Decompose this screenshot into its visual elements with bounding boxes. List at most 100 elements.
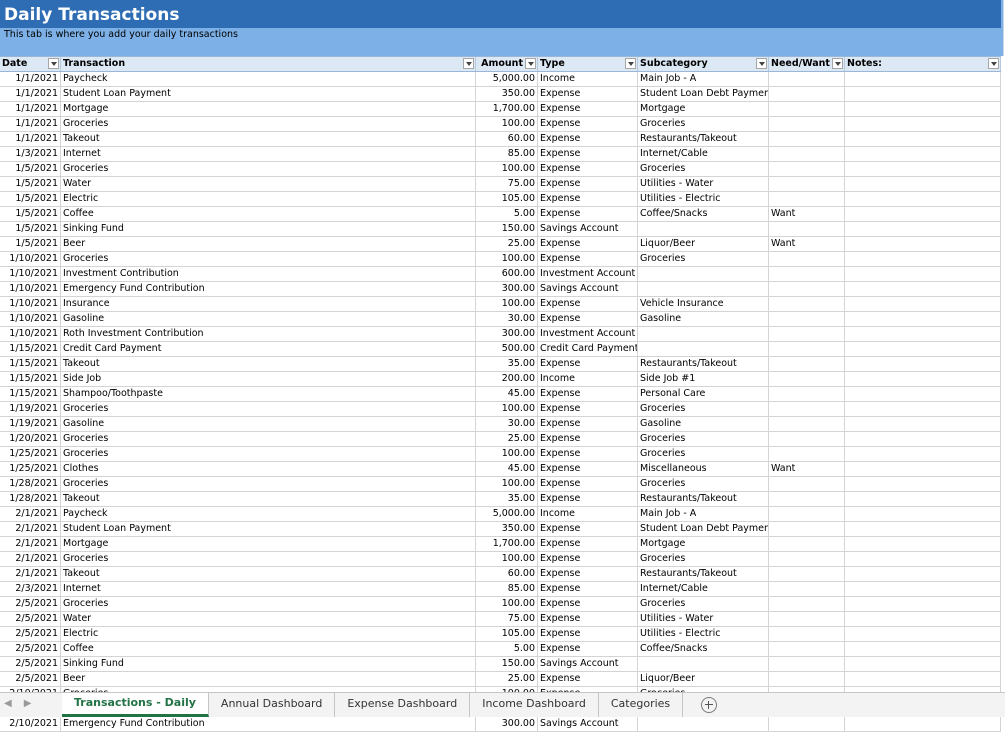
tab-expense-dashboard[interactable]: Expense Dashboard — [335, 693, 471, 717]
cell-subcategory[interactable]: Internet/Cable — [638, 582, 769, 596]
cell-transaction[interactable]: Electric — [61, 627, 476, 641]
table-row[interactable]: 1/5/2021 Groceries 100.00 Expense Groceries — [0, 162, 1001, 177]
cell-type[interactable]: Income — [538, 72, 638, 86]
cell-notes[interactable] — [845, 252, 1001, 266]
cell-notes[interactable] — [845, 372, 1001, 386]
cell-need-want[interactable] — [769, 252, 845, 266]
table-row[interactable]: 1/5/2021 Water 75.00 Expense Utilities - Wat… — [0, 177, 1001, 192]
cell-date[interactable]: 1/25/2021 — [0, 447, 61, 461]
cell-need-want[interactable] — [769, 477, 845, 491]
cell-subcategory[interactable]: Groceries — [638, 402, 769, 416]
cell-need-want[interactable] — [769, 312, 845, 326]
cell-notes[interactable] — [845, 522, 1001, 536]
cell-type[interactable]: Expense — [538, 477, 638, 491]
cell-transaction[interactable]: Student Loan Payment — [61, 87, 476, 101]
cell-need-want[interactable] — [769, 537, 845, 551]
filter-dropdown-icon[interactable] — [756, 58, 767, 69]
cell-amount[interactable]: 100.00 — [476, 402, 538, 416]
cell-subcategory[interactable]: Gasoline — [638, 417, 769, 431]
cell-date[interactable]: 1/5/2021 — [0, 192, 61, 206]
table-row[interactable]: 2/1/2021 Student Loan Payment 350.00 Expens… — [0, 522, 1001, 537]
cell-subcategory[interactable]: Groceries — [638, 447, 769, 461]
cell-type[interactable]: Expense — [538, 672, 638, 686]
cell-date[interactable]: 2/5/2021 — [0, 672, 61, 686]
cell-need-want[interactable] — [769, 432, 845, 446]
cell-amount[interactable]: 30.00 — [476, 417, 538, 431]
cell-need-want[interactable] — [769, 117, 845, 131]
cell-need-want[interactable] — [769, 147, 845, 161]
cell-amount[interactable]: 500.00 — [476, 342, 538, 356]
cell-notes[interactable] — [845, 342, 1001, 356]
cell-type[interactable]: Expense — [538, 537, 638, 551]
cell-transaction[interactable]: Mortgage — [61, 537, 476, 551]
cell-subcategory[interactable] — [638, 267, 769, 281]
cell-subcategory[interactable]: Internet/Cable — [638, 147, 769, 161]
cell-subcategory[interactable]: Personal Care — [638, 387, 769, 401]
cell-subcategory[interactable]: Groceries — [638, 162, 769, 176]
cell-transaction[interactable]: Emergency Fund Contribution — [61, 282, 476, 296]
cell-subcategory[interactable]: Restaurants/Takeout — [638, 492, 769, 506]
cell-transaction[interactable]: Paycheck — [61, 507, 476, 521]
cell-subcategory[interactable] — [638, 717, 769, 731]
cell-notes[interactable] — [845, 297, 1001, 311]
table-row[interactable]: 1/15/2021 Credit Card Payment 500.00 Credit… — [0, 342, 1001, 357]
cell-type[interactable]: Expense — [538, 177, 638, 191]
cell-date[interactable]: 1/10/2021 — [0, 282, 61, 296]
cell-need-want[interactable] — [769, 612, 845, 626]
cell-type[interactable]: Income — [538, 507, 638, 521]
cell-transaction[interactable]: Gasoline — [61, 312, 476, 326]
cell-notes[interactable] — [845, 717, 1001, 731]
cell-subcategory[interactable]: Utilities - Water — [638, 177, 769, 191]
cell-subcategory[interactable]: Liquor/Beer — [638, 672, 769, 686]
cell-type[interactable]: Expense — [538, 432, 638, 446]
cell-amount[interactable]: 300.00 — [476, 717, 538, 731]
cell-amount[interactable]: 100.00 — [476, 477, 538, 491]
cell-type[interactable]: Expense — [538, 102, 638, 116]
cell-transaction[interactable]: Paycheck — [61, 72, 476, 86]
cell-amount[interactable]: 300.00 — [476, 327, 538, 341]
cell-date[interactable]: 1/10/2021 — [0, 312, 61, 326]
cell-subcategory[interactable]: Main Job - A — [638, 507, 769, 521]
table-row[interactable]: 1/3/2021 Internet 85.00 Expense Internet/Cab… — [0, 147, 1001, 162]
cell-date[interactable]: 1/15/2021 — [0, 372, 61, 386]
cell-subcategory[interactable]: Student Loan Debt Payment — [638, 522, 769, 536]
cell-date[interactable]: 2/5/2021 — [0, 642, 61, 656]
cell-subcategory[interactable]: Utilities - Electric — [638, 627, 769, 641]
cell-subcategory[interactable]: Utilities - Water — [638, 612, 769, 626]
cell-amount[interactable]: 5.00 — [476, 642, 538, 656]
cell-need-want[interactable] — [769, 87, 845, 101]
cell-transaction[interactable]: Internet — [61, 147, 476, 161]
cell-notes[interactable] — [845, 507, 1001, 521]
table-row[interactable]: 1/10/2021 Gasoline 30.00 Expense Gasoline — [0, 312, 1001, 327]
cell-date[interactable]: 1/5/2021 — [0, 222, 61, 236]
cell-amount[interactable]: 1,700.00 — [476, 537, 538, 551]
table-row[interactable]: 1/25/2021 Clothes 45.00 Expense Miscellaneou… — [0, 462, 1001, 477]
cell-amount[interactable]: 100.00 — [476, 597, 538, 611]
cell-type[interactable]: Expense — [538, 417, 638, 431]
cell-subcategory[interactable]: Groceries — [638, 552, 769, 566]
cell-transaction[interactable]: Beer — [61, 237, 476, 251]
cell-date[interactable]: 1/28/2021 — [0, 477, 61, 491]
cell-subcategory[interactable]: Side Job #1 — [638, 372, 769, 386]
cell-type[interactable]: Expense — [538, 642, 638, 656]
cell-type[interactable]: Savings Account — [538, 282, 638, 296]
cell-date[interactable]: 1/15/2021 — [0, 342, 61, 356]
cell-subcategory[interactable]: Groceries — [638, 117, 769, 131]
cell-transaction[interactable]: Sinking Fund — [61, 222, 476, 236]
cell-type[interactable]: Expense — [538, 387, 638, 401]
cell-need-want[interactable] — [769, 672, 845, 686]
table-row[interactable]: 2/1/2021 Paycheck 5,000.00 Income Main Job -… — [0, 507, 1001, 522]
cell-transaction[interactable]: Gasoline — [61, 417, 476, 431]
cell-notes[interactable] — [845, 102, 1001, 116]
cell-notes[interactable] — [845, 87, 1001, 101]
cell-type[interactable]: Expense — [538, 522, 638, 536]
add-sheet-icon[interactable] — [701, 697, 718, 713]
tab-annual-dashboard[interactable]: Annual Dashboard — [209, 693, 336, 717]
cell-date[interactable]: 2/1/2021 — [0, 567, 61, 581]
cell-transaction[interactable]: Groceries — [61, 432, 476, 446]
cell-notes[interactable] — [845, 387, 1001, 401]
cell-subcategory[interactable]: Miscellaneous — [638, 462, 769, 476]
cell-need-want[interactable] — [769, 342, 845, 356]
cell-type[interactable]: Investment Account — [538, 327, 638, 341]
cell-amount[interactable]: 150.00 — [476, 222, 538, 236]
